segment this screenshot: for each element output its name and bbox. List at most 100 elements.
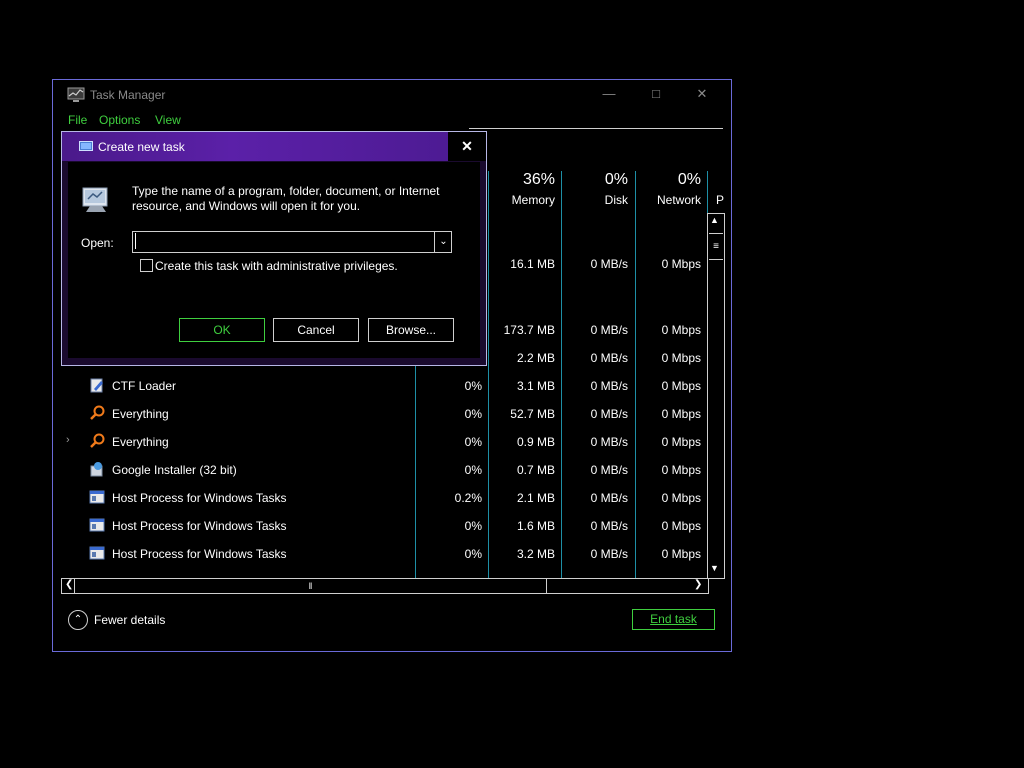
network-value: 0 Mbps [661,323,701,337]
expand-chevron-icon[interactable]: › [66,434,70,446]
column-disk[interactable]: 0% Disk [563,171,628,207]
ok-button[interactable]: OK [179,318,265,342]
pen-icon [89,377,105,393]
disk-value: 0 MB/s [590,351,628,365]
network-value: 0 Mbps [661,435,701,449]
window-title: Task Manager [90,88,166,102]
window-icon [89,545,105,561]
process-name: Host Process for Windows Tasks [112,547,287,561]
maximize-button[interactable]: □ [633,80,679,108]
tab-strip-divider [469,128,723,129]
network-value: 0 Mbps [661,491,701,505]
table-row[interactable]: Host Process for Windows Tasks 0% 3.2 MB 0 … [61,544,707,564]
chevron-down-icon[interactable]: ⌄ [434,232,452,252]
menu-options[interactable]: Options [99,113,140,127]
memory-percent: 36% [522,171,555,188]
open-combobox[interactable]: ⌄ [132,231,452,253]
scroll-thumb[interactable]: ≡ [709,233,723,260]
network-label: Network [656,193,701,207]
collapse-icon[interactable]: ⌃ [68,610,88,630]
menu-view[interactable]: View [155,113,181,127]
network-value: 0 Mbps [661,351,701,365]
disk-value: 0 MB/s [590,379,628,393]
process-name: Google Installer (32 bit) [112,463,237,477]
process-name: Everything [112,407,169,421]
run-icon [79,140,93,155]
disk-value: 0 MB/s [590,407,628,421]
memory-value: 2.1 MB [516,491,555,505]
memory-label: Memory [511,193,555,207]
horizontal-scrollbar[interactable]: ❮ ‖ ❯ [61,578,709,594]
cpu-value: 0% [464,463,482,477]
memory-value: 2.2 MB [516,351,555,365]
dialog-title: Create new task [98,140,185,154]
menu-file[interactable]: File [68,113,87,127]
memory-value: 0.7 MB [516,463,555,477]
table-row[interactable]: › Everything 0% 0.9 MB 0 MB/s 0 Mbps [61,432,707,452]
minimize-button[interactable]: — [586,80,632,108]
column-memory[interactable]: 36% Memory [483,171,555,207]
description-line-1: Type the name of a program, folder, docu… [132,184,440,198]
disk-percent: 0% [604,171,628,188]
memory-value: 1.6 MB [516,519,555,533]
scroll-left-icon[interactable]: ❮ [65,579,73,590]
title-bar[interactable]: Task Manager — □ ✕ [53,80,731,108]
table-row[interactable]: Host Process for Windows Tasks 0.2% 2.1 MB… [61,488,707,508]
window-icon [89,517,105,533]
process-name: Everything [112,435,169,449]
memory-value: 3.2 MB [516,547,555,561]
cancel-button[interactable]: Cancel [273,318,359,342]
network-value: 0 Mbps [661,379,701,393]
memory-value: 52.7 MB [510,407,555,421]
vertical-scrollbar[interactable]: ▲ ≡ ▼ [707,213,725,579]
dialog-title-bar[interactable]: Create new task ✕ [62,132,486,161]
network-value: 0 Mbps [661,407,701,421]
magnifier-icon [89,433,105,449]
admin-checkbox[interactable] [140,259,153,272]
disk-value: 0 MB/s [590,463,628,477]
column-network[interactable]: 0% Network [635,171,701,207]
window-icon [89,489,105,505]
dialog-description: Type the name of a program, folder, docu… [132,184,440,214]
end-task-button[interactable]: End task [632,609,715,630]
disk-value: 0 MB/s [590,435,628,449]
scroll-down-icon[interactable]: ▼ [710,563,719,573]
dialog-close-button[interactable]: ✕ [448,132,486,161]
scroll-right-icon[interactable]: ❯ [694,579,702,590]
browse-button[interactable]: Browse... [368,318,454,342]
disk-value: 0 MB/s [590,519,628,533]
description-line-2: resource, and Windows will open it for y… [132,199,361,213]
close-window-button[interactable]: ✕ [679,80,725,108]
scroll-up-icon[interactable]: ▲ [710,215,719,225]
network-value: 0 Mbps [661,463,701,477]
cpu-value: 0% [464,407,482,421]
memory-value: 16.1 MB [510,257,555,271]
table-row[interactable]: Everything 0% 52.7 MB 0 MB/s 0 Mbps [61,404,707,424]
network-value: 0 Mbps [661,547,701,561]
disk-value: 0 MB/s [590,547,628,561]
table-row[interactable]: Host Process for Windows Tasks 0% 1.6 MB 0 … [61,516,707,536]
table-row[interactable]: CTF Loader 0% 3.1 MB 0 MB/s 0 Mbps [61,376,707,396]
network-value: 0 Mbps [661,519,701,533]
cpu-value: 0% [464,435,482,449]
process-name: CTF Loader [112,379,177,393]
disk-value: 0 MB/s [590,323,628,337]
dialog-body: Type the name of a program, folder, docu… [68,162,480,358]
installer-icon [89,461,105,477]
table-row[interactable]: Google Installer (32 bit) 0% 0.7 MB 0 MB/s 0… [61,460,707,480]
run-program-icon [80,184,112,219]
disk-value: 0 MB/s [590,257,628,271]
process-name: Host Process for Windows Tasks [112,519,287,533]
memory-value: 0.9 MB [516,435,555,449]
column-power[interactable]: P [716,193,724,207]
network-percent: 0% [677,171,701,188]
horizontal-scroll-thumb[interactable]: ‖ [74,579,547,593]
fewer-details-link[interactable]: Fewer details [94,613,165,627]
open-input[interactable] [135,233,436,249]
memory-value: 173.7 MB [503,323,555,337]
cpu-value: 0% [464,379,482,393]
cpu-value: 0% [464,547,482,561]
disk-value: 0 MB/s [590,491,628,505]
task-manager-icon [67,87,85,103]
admin-checkbox-label[interactable]: Create this task with administrative pri… [155,259,398,273]
